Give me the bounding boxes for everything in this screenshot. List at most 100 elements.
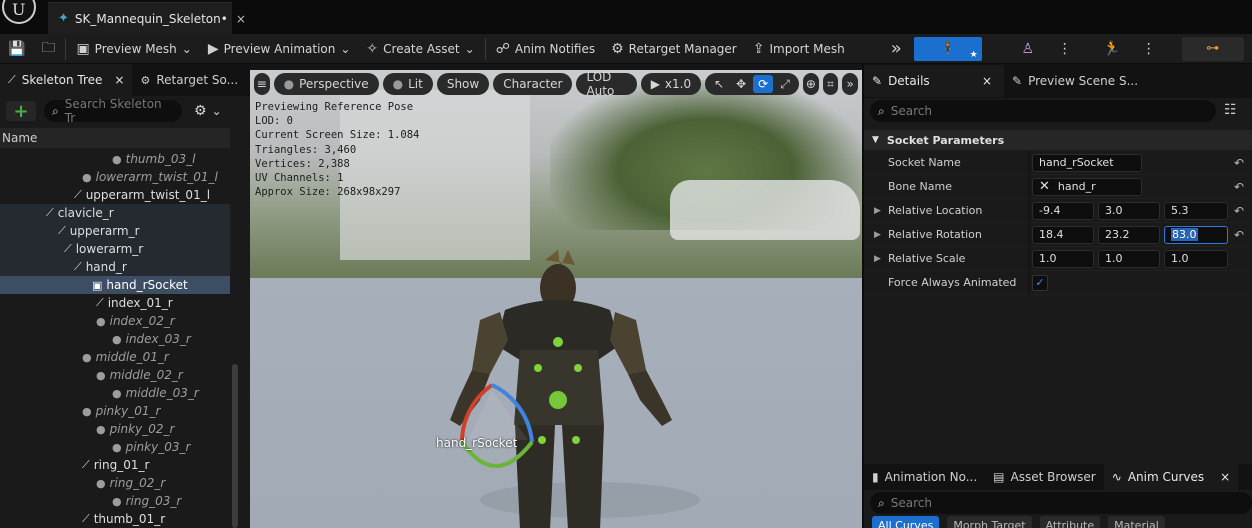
force-always-animated-checkbox[interactable]: ✓ (1032, 274, 1048, 291)
toolbar-overflow-button[interactable]: » (883, 36, 910, 62)
tree-row[interactable]: ● thumb_03_l (0, 150, 230, 168)
filter-material[interactable]: Material (1108, 516, 1165, 528)
reset-icon[interactable]: ↶ (1234, 204, 1244, 218)
reset-icon[interactable]: ↶ (1234, 180, 1244, 194)
location-z-field[interactable]: 5.3 (1164, 201, 1228, 220)
details-view-options-icon[interactable]: ☷ (1224, 102, 1237, 118)
expand-arrow-icon[interactable]: ▶ (874, 206, 881, 216)
viewport-menu-button[interactable]: ≡ (254, 73, 270, 95)
coordinate-space-button[interactable]: ⊕ (803, 73, 819, 95)
column-splitter[interactable] (1028, 271, 1030, 295)
tab-preview-scene-settings[interactable]: ✎ Preview Scene S... (1004, 65, 1146, 97)
skeleton-mode-button[interactable]: 🕴 ★ (913, 36, 982, 61)
tree-row[interactable]: ● middle_03_r (0, 384, 230, 402)
rotate-tool-icon[interactable]: ⟳ (753, 75, 774, 93)
reset-icon[interactable]: ↶ (1234, 228, 1244, 242)
preview-animation-button[interactable]: ▶ Preview Animation ⌄ (200, 36, 359, 62)
expand-arrow-icon[interactable]: ▶ (874, 254, 881, 264)
anim-notifies-button[interactable]: ☍ Anim Notifies (488, 36, 603, 62)
tree-row[interactable]: ● ring_03_r (0, 492, 230, 510)
show-button[interactable]: Show (436, 73, 490, 95)
select-tool-icon[interactable]: ↖ (709, 75, 729, 93)
bone-name-field[interactable]: ✕ hand_r (1032, 177, 1142, 196)
perspective-button[interactable]: ● Perspective (273, 73, 379, 95)
details-search-input[interactable]: ⌕ Search (870, 100, 1216, 122)
column-splitter[interactable] (1028, 247, 1030, 271)
retarget-manager-button[interactable]: ⚙ Retarget Manager (603, 36, 745, 62)
tree-row[interactable]: ⟋ thumb_01_r (0, 510, 230, 528)
lit-button[interactable]: ● Lit (382, 73, 433, 95)
lod-button[interactable]: LOD Auto (576, 70, 637, 98)
filter-attribute[interactable]: Attribute (1039, 516, 1101, 528)
document-tab[interactable]: ✦ SK_Mannequin_Skeleton• × (48, 2, 246, 34)
skeleton-search-input[interactable]: ⌕ Search Skeleton Tr (44, 97, 182, 125)
save-button[interactable]: 💾 (0, 36, 33, 62)
preview-viewport[interactable]: ≡ ● Perspective ● Lit Show Character LOD A… (250, 70, 862, 528)
column-splitter[interactable] (1028, 151, 1030, 175)
import-mesh-button[interactable]: ⇪ Import Mesh (745, 36, 853, 62)
tab-retarget-sources[interactable]: ⚙ Retarget So... (132, 64, 246, 96)
location-y-field[interactable]: 3.0 (1098, 201, 1160, 220)
skeleton-tree-settings-button[interactable]: ⚙ ⌄ (190, 98, 226, 124)
filter-all-curves[interactable]: All Curves (872, 516, 940, 528)
create-asset-button[interactable]: ✧ Create Asset ⌄ (358, 36, 482, 62)
tree-row[interactable]: ▣ hand_rSocket (0, 276, 230, 294)
tab-asset-browser[interactable]: ▤ Asset Browser (985, 461, 1104, 493)
anim-curves-search-input[interactable]: ⌕ Search (870, 492, 1252, 514)
rotation-z-field[interactable]: 83.0 (1164, 225, 1228, 244)
preview-mesh-button[interactable]: ▣ Preview Mesh ⌄ (68, 36, 199, 62)
tree-row[interactable]: ⟋ lowerarm_r (0, 240, 230, 258)
scale-tool-icon[interactable]: ⤢ (775, 75, 795, 93)
document-tab-close-button[interactable]: × (236, 12, 246, 26)
viewport-overflow-button[interactable]: » (842, 73, 858, 95)
tab-animation-notifies[interactable]: ▮ Animation No... (864, 461, 985, 493)
animation-mode-options-button[interactable]: ⋮ (1134, 36, 1164, 62)
character-button[interactable]: Character (493, 73, 573, 95)
scale-y-field[interactable]: 1.0 (1098, 249, 1160, 268)
filter-morph-target[interactable]: Morph Target (947, 516, 1032, 528)
scale-z-field[interactable]: 1.0 (1164, 249, 1228, 268)
column-splitter[interactable] (1028, 199, 1030, 223)
animation-mode-button[interactable]: 🏃 (1090, 37, 1134, 61)
rotation-x-field[interactable]: 18.4 (1032, 225, 1094, 244)
tree-row[interactable]: ⟋ clavicle_r (0, 204, 230, 222)
tree-row[interactable]: ⟋ index_01_r (0, 294, 230, 312)
socket-name-field[interactable]: hand_rSocket (1032, 153, 1142, 172)
mesh-mode-button[interactable]: ♙ (1006, 37, 1050, 61)
column-splitter[interactable] (1028, 223, 1030, 247)
tab-close-button[interactable]: × (114, 73, 124, 87)
column-splitter[interactable] (1028, 175, 1030, 199)
tree-row[interactable]: ● lowerarm_twist_01_l (0, 168, 230, 186)
tree-row[interactable]: ● pinky_02_r (0, 420, 230, 438)
mode-options-button[interactable]: ⋮ (1050, 36, 1080, 62)
tree-row[interactable]: ● pinky_03_r (0, 438, 230, 456)
tab-close-button[interactable]: × (982, 74, 996, 88)
tree-scrollbar[interactable] (232, 364, 238, 528)
tree-row[interactable]: ● middle_02_r (0, 366, 230, 384)
reset-icon[interactable]: ↶ (1234, 156, 1244, 170)
tree-row[interactable]: ● index_02_r (0, 312, 230, 330)
tree-row[interactable]: ⟋ upperarm_r (0, 222, 230, 240)
tree-row[interactable]: ● index_03_r (0, 330, 230, 348)
tree-row[interactable]: ⟋ ring_01_r (0, 456, 230, 474)
unreal-logo-icon[interactable]: U (2, 0, 36, 24)
tab-close-button[interactable]: × (1220, 470, 1230, 484)
snap-settings-button[interactable]: ⌗ (822, 73, 839, 95)
tree-row[interactable]: ⟋ upperarm_twist_01_l (0, 186, 230, 204)
tab-skeleton-tree[interactable]: ⟋ Skeleton Tree × (0, 64, 133, 96)
play-speed-button[interactable]: ▶ x1.0 (640, 73, 702, 95)
translate-tool-icon[interactable]: ✥ (731, 75, 751, 93)
rotation-y-field[interactable]: 23.2 (1098, 225, 1160, 244)
browse-button[interactable]: 🗀 (33, 36, 63, 62)
tree-row[interactable]: ● ring_02_r (0, 474, 230, 492)
add-socket-button[interactable]: + (6, 101, 36, 122)
blueprint-mode-button[interactable]: ⊶ (1181, 36, 1244, 61)
tree-row[interactable]: ● middle_01_r (0, 348, 230, 366)
tab-details[interactable]: ✎ Details × (864, 65, 1004, 97)
socket-parameters-section[interactable]: ▼ Socket Parameters (864, 130, 1252, 150)
tree-row[interactable]: ● pinky_01_r (0, 402, 230, 420)
expand-arrow-icon[interactable]: ▶ (874, 230, 881, 240)
tree-row[interactable]: ⟋ hand_r (0, 258, 230, 276)
location-x-field[interactable]: -9.4 (1032, 201, 1094, 220)
scale-x-field[interactable]: 1.0 (1032, 249, 1094, 268)
